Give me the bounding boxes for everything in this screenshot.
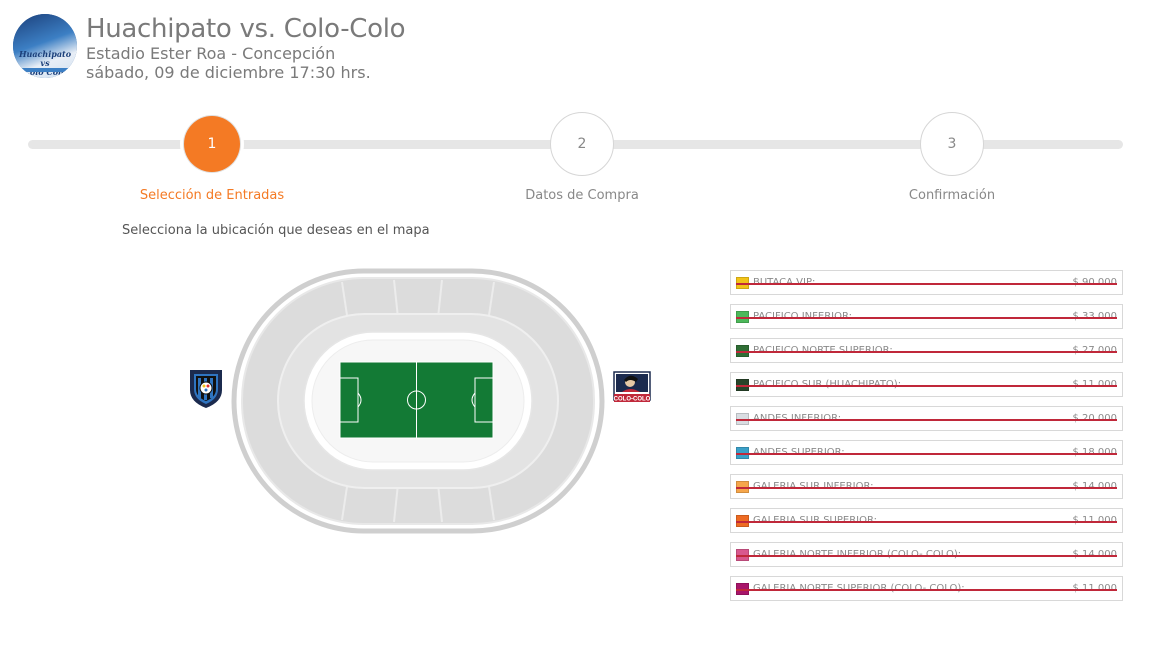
- event-header: Huachipato vs Colo Colo Huachipato vs. C…: [13, 14, 406, 82]
- legend-item[interactable]: PACIFICO INFERIOR: $ 33.000: [730, 304, 1123, 329]
- legend-item[interactable]: PACIFICO NORTE SUPERIOR: $ 27.000: [730, 338, 1123, 363]
- event-title: Huachipato vs. Colo-Colo: [86, 14, 406, 44]
- sold-out-strike: [736, 521, 1117, 523]
- step-3-circle: 3: [920, 112, 984, 176]
- step-1-label: Selección de Entradas: [139, 188, 285, 203]
- legend-item[interactable]: GALERIA SUR SUPERIOR: $ 11.000: [730, 508, 1123, 533]
- step-3-label: Confirmación: [908, 188, 996, 203]
- map-instructions: Selecciona la ubicación que deseas en el…: [122, 223, 430, 238]
- sold-out-strike: [736, 419, 1117, 421]
- legend-item[interactable]: PACIFICO SUR (HUACHIPATO): $ 11.000: [730, 372, 1123, 397]
- colo-colo-crest-icon: COLO-COLO: [613, 371, 651, 403]
- legend-item[interactable]: GALERIA NORTE SUPERIOR (COLO- COLO): $ 1…: [730, 576, 1123, 601]
- sold-out-strike: [736, 283, 1117, 285]
- sold-out-strike: [736, 351, 1117, 353]
- away-crest-text: COLO-COLO: [614, 397, 651, 403]
- event-image: Huachipato vs Colo Colo: [13, 14, 77, 78]
- progress-stepper: 1 2 3 Selección de Entradas Datos de Com…: [28, 112, 1123, 212]
- price-legend: BUTACA VIP: $ 90.000 PACIFICO INFERIOR: …: [730, 270, 1123, 610]
- sold-out-strike: [736, 317, 1117, 319]
- step-2-label: Datos de Compra: [525, 188, 639, 203]
- sold-out-strike: [736, 453, 1117, 455]
- step-2-circle: 2: [550, 112, 614, 176]
- sold-out-strike: [736, 555, 1117, 557]
- event-datetime: sábado, 09 de diciembre 17:30 hrs.: [86, 63, 371, 82]
- legend-item[interactable]: GALERIA SUR INFERIOR: $ 14.000: [730, 474, 1123, 499]
- legend-item[interactable]: ANDES SUPERIOR: $ 18.000: [730, 440, 1123, 465]
- legend-item[interactable]: BUTACA VIP: $ 90.000: [730, 270, 1123, 295]
- sold-out-strike: [736, 385, 1117, 387]
- stadium-map[interactable]: COLO-COLO: [180, 266, 670, 536]
- event-venue: Estadio Ester Roa - Concepción: [86, 44, 336, 63]
- sold-out-strike: [736, 487, 1117, 489]
- legend-item[interactable]: ANDES INFERIOR: $ 20.000: [730, 406, 1123, 431]
- step-1-circle: 1: [180, 112, 244, 176]
- event-image-text: Huachipato vs Colo Colo: [18, 49, 72, 77]
- legend-item[interactable]: GALERIA NORTE INFERIOR (COLO- COLO): $ 1…: [730, 542, 1123, 567]
- sold-out-strike: [736, 589, 1117, 591]
- huachipato-crest-icon: [190, 370, 222, 408]
- soccer-pitch: [339, 361, 494, 439]
